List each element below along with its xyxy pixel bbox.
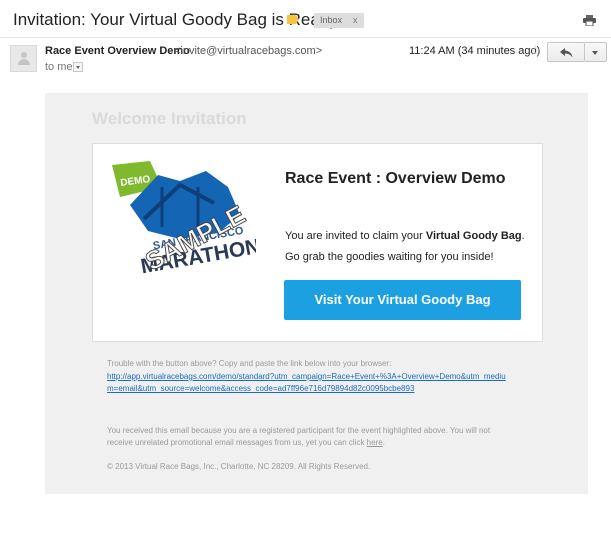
- remove-label-button[interactable]: x: [353, 15, 358, 25]
- unsubscribe-link[interactable]: here: [367, 438, 383, 447]
- notice-text: You received this email because you are …: [107, 426, 491, 447]
- print-icon[interactable]: [583, 15, 596, 26]
- reply-button[interactable]: [547, 42, 585, 62]
- star-icon[interactable]: ☆: [529, 42, 542, 59]
- email-view: Invitation: Your Virtual Goody Bag is Re…: [0, 0, 611, 536]
- race-logo: DEMO SAN FRANCISCO MARATHON SAMPLE: [112, 161, 256, 277]
- welcome-heading: Welcome Invitation: [92, 109, 247, 128]
- more-actions-button[interactable]: [585, 42, 607, 62]
- recipient-label: to me: [45, 61, 73, 73]
- person-icon: [21, 52, 27, 58]
- subject-bar: Invitation: Your Virtual Goody Bag is Re…: [0, 0, 611, 38]
- event-title: Race Event : Overview Demo: [285, 170, 506, 187]
- recipient-details-dropdown[interactable]: [73, 62, 83, 72]
- inbox-label-chip[interactable]: Inbox x: [314, 13, 364, 28]
- trouble-text: Trouble with the button above? Copy and …: [107, 359, 392, 368]
- sender-email: <invite@virtualracebags.com>: [174, 45, 323, 57]
- reply-icon: [560, 48, 573, 58]
- copyright-text: © 2013 Virtual Race Bags, Inc., Charlott…: [107, 462, 371, 471]
- inbox-label-text: Inbox: [320, 15, 343, 25]
- timestamp: 11:24 AM (34 minutes ago): [409, 45, 541, 57]
- visit-goody-bag-button[interactable]: Visit Your Virtual Goody Bag: [284, 280, 521, 320]
- goody-bag-link[interactable]: http://app.virtualracebags.com/demo/stan…: [107, 371, 507, 395]
- sender-avatar: [10, 45, 37, 72]
- invite-text: You are invited to claim your Virtual Go…: [285, 230, 525, 242]
- invitation-card: DEMO SAN FRANCISCO MARATHON SAMPLE Race …: [92, 143, 543, 342]
- invite-text-secondary: Go grab the goodies waiting for you insi…: [285, 251, 494, 263]
- sender-name[interactable]: Race Event Overview Demo: [45, 45, 190, 57]
- email-body: Welcome Invitation DEMO SAN FRANCISCO MA…: [45, 93, 588, 494]
